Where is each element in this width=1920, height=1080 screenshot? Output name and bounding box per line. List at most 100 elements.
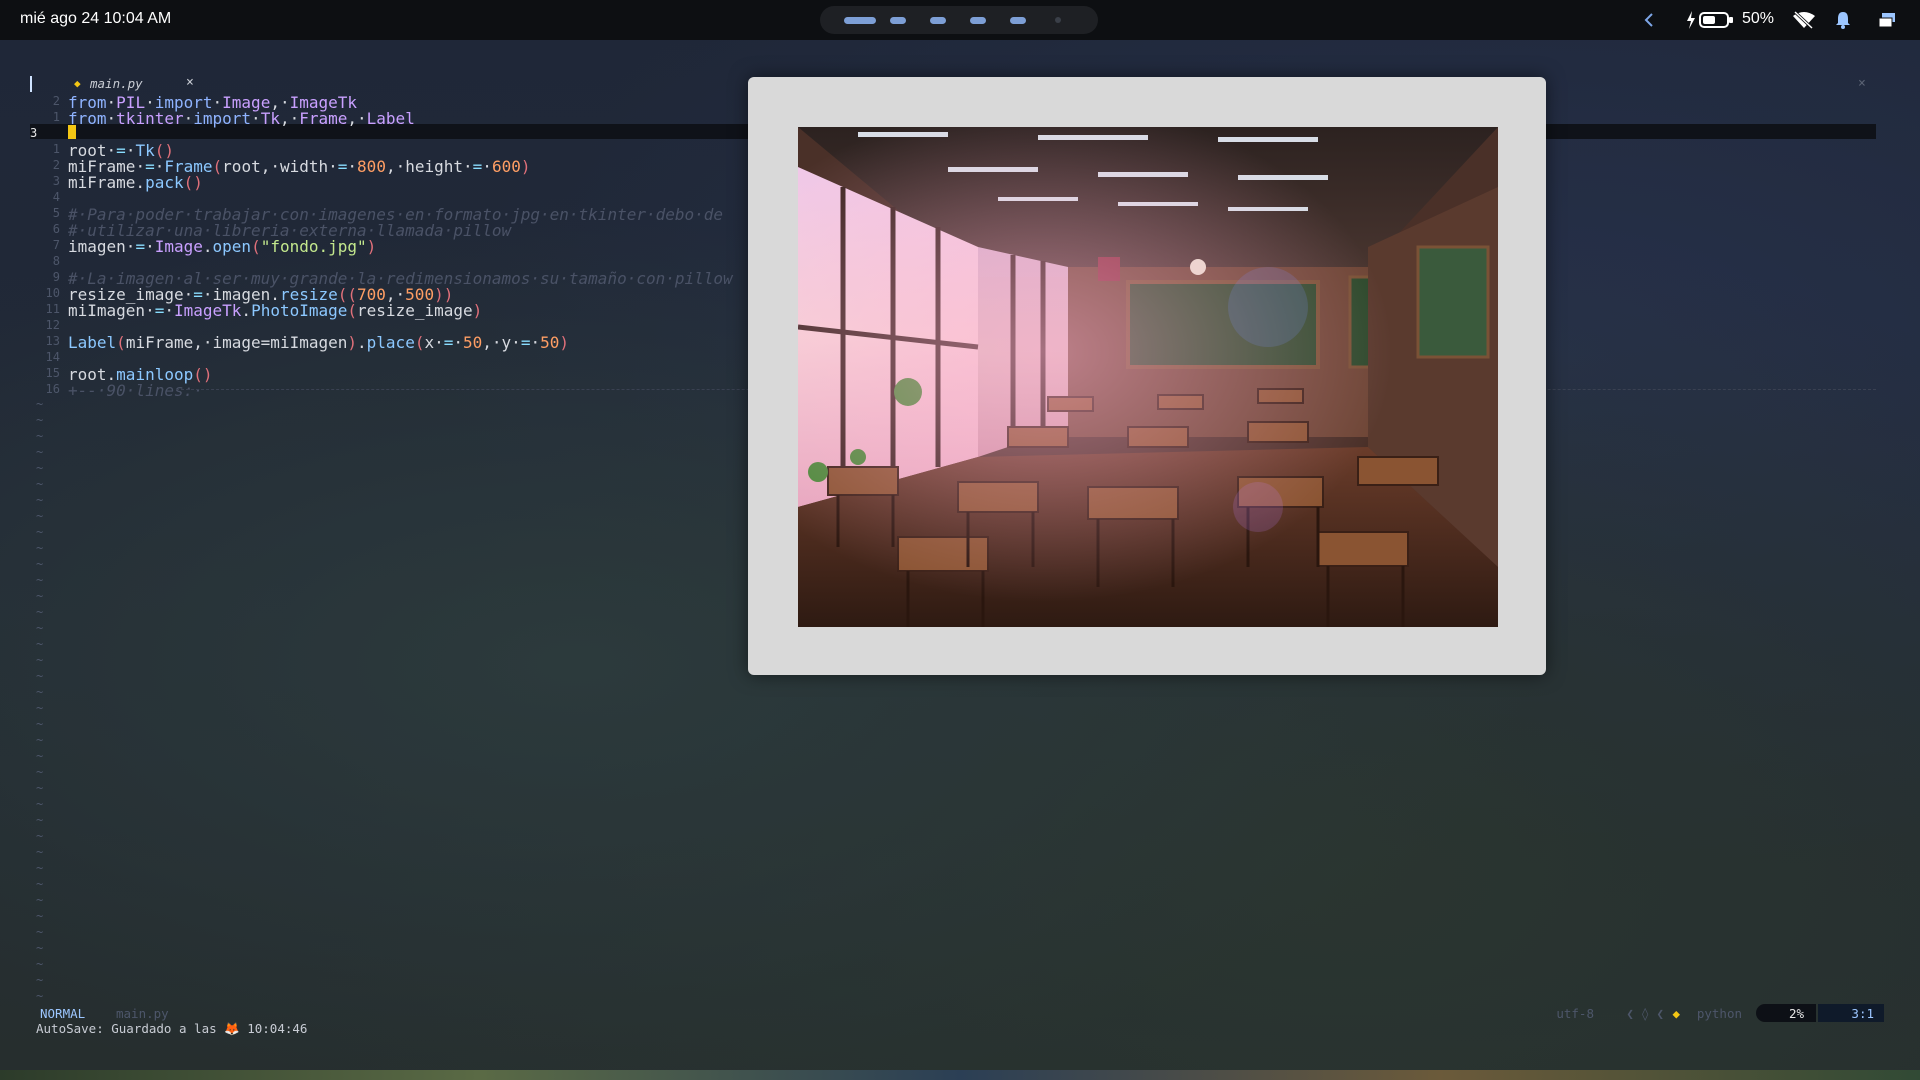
- line-number: 3: [52, 174, 60, 188]
- code-token: ·: [251, 109, 261, 128]
- empty-line-marker: ~: [36, 429, 44, 443]
- empty-line-marker: ~: [36, 557, 44, 571]
- status-filename: main.py: [116, 1006, 169, 1021]
- code-token: ): [366, 237, 377, 256]
- code-line[interactable]: from·tkinter·import·Tk,·Frame,·Label: [68, 109, 415, 128]
- empty-line-marker: ~: [36, 621, 44, 635]
- line-number: 8: [52, 254, 60, 268]
- cursor-position: 3:1: [1851, 1006, 1874, 1021]
- status-separators: ❮ ◊ ❮: [1626, 1006, 1664, 1021]
- workspace-empty[interactable]: [1055, 17, 1061, 23]
- empty-line-marker: ~: [36, 637, 44, 651]
- line-number: 6: [52, 222, 60, 236]
- code-token: Label: [366, 109, 415, 128]
- code-line[interactable]: imagen·=·Image.open("fondo.jpg"): [68, 237, 376, 256]
- code-token: =: [154, 301, 165, 320]
- empty-line-marker: ~: [36, 493, 44, 507]
- code-token: import: [193, 109, 252, 128]
- line-number: 2: [52, 94, 60, 108]
- empty-line-marker: ~: [36, 941, 44, 955]
- bell-icon[interactable]: [1834, 11, 1852, 29]
- code-token: (: [347, 301, 358, 320]
- line-number: 11: [45, 302, 60, 316]
- battery-icon[interactable]: [1699, 11, 1735, 29]
- code-token: ·: [106, 109, 117, 128]
- code-token: ): [472, 301, 483, 320]
- line-number: 7: [52, 238, 60, 252]
- python-file-icon: ◆: [74, 77, 81, 90]
- percent-segment: [1756, 1004, 1816, 1022]
- screens-icon[interactable]: [1878, 12, 1896, 28]
- text-cursor: [68, 125, 76, 139]
- tab-active-marker: [30, 76, 32, 92]
- code-token: 50: [463, 333, 483, 352]
- empty-line-marker: ~: [36, 893, 44, 907]
- empty-line-marker: ~: [36, 589, 44, 603]
- code-token: place: [366, 333, 415, 352]
- code-token: miFrame,·image=miImagen: [125, 333, 348, 352]
- workspace-4[interactable]: [970, 17, 986, 24]
- empty-line-marker: ~: [36, 413, 44, 427]
- empty-line-marker: ~: [36, 717, 44, 731]
- workspace-3[interactable]: [930, 17, 946, 24]
- line-number: 12: [45, 318, 60, 332]
- code-line[interactable]: miImagen·=·ImageTk.PhotoImage(resize_ima…: [68, 301, 482, 320]
- empty-line-marker: ~: [36, 605, 44, 619]
- chevron-left-icon[interactable]: [1643, 13, 1655, 27]
- workspace-5[interactable]: [1010, 17, 1026, 24]
- code-token: ): [559, 333, 569, 352]
- code-token: =: [337, 157, 348, 176]
- code-line[interactable]: miFrame.pack(): [68, 173, 203, 192]
- battery-percent: 50%: [1742, 10, 1775, 27]
- empty-line-marker: ~: [36, 749, 44, 763]
- code-token: =: [520, 333, 531, 352]
- empty-line-marker: ~: [36, 925, 44, 939]
- tab-close-icon[interactable]: ×: [186, 75, 194, 90]
- empty-line-marker: ~: [36, 653, 44, 667]
- line-number: 2: [52, 158, 60, 172]
- code-token: Frame: [299, 109, 348, 128]
- empty-line-marker: ~: [36, 525, 44, 539]
- empty-line-marker: ~: [36, 541, 44, 555]
- empty-line-marker: ~: [36, 861, 44, 875]
- code-token: open: [212, 237, 252, 256]
- wifi-off-icon[interactable]: [1792, 11, 1816, 29]
- code-token: .: [357, 333, 367, 352]
- mode-indicator: NORMAL: [40, 1006, 86, 1021]
- code-token: root,·width·: [222, 157, 338, 176]
- empty-line-marker: ~: [36, 573, 44, 587]
- empty-line-marker: ~: [36, 957, 44, 971]
- window-close-icon[interactable]: ×: [1858, 76, 1866, 91]
- line-number: 1: [52, 142, 60, 156]
- tab-main-py[interactable]: main.py: [90, 76, 143, 91]
- code-line[interactable]: Label(miFrame,·image=miImagen).place(x·=…: [68, 333, 569, 352]
- code-token: (: [251, 237, 261, 256]
- clock[interactable]: mié ago 24 10:04 AM: [20, 10, 171, 28]
- empty-line-marker: ~: [36, 797, 44, 811]
- code-token: x·: [424, 333, 444, 352]
- empty-line-marker: ~: [36, 733, 44, 747]
- line-number: 5: [52, 206, 60, 220]
- code-token: ·: [145, 301, 155, 320]
- line-number: 9: [52, 270, 60, 284]
- empty-line-marker: ~: [36, 813, 44, 827]
- code-token: ·: [145, 237, 155, 256]
- code-token: ImageTk: [173, 301, 242, 320]
- code-token: (: [212, 157, 223, 176]
- workspace-1[interactable]: [844, 17, 876, 24]
- code-token: (): [183, 173, 203, 192]
- code-token: resize_image: [357, 301, 473, 320]
- empty-line-marker: ~: [36, 829, 44, 843]
- code-token: 50: [540, 333, 560, 352]
- code-token: .: [202, 237, 213, 256]
- wallpaper-strip: [0, 1070, 1920, 1080]
- tk-window[interactable]: [748, 77, 1546, 675]
- code-token: ,·height·: [385, 157, 473, 176]
- empty-line-marker: ~: [36, 781, 44, 795]
- workspace-2[interactable]: [890, 17, 906, 24]
- workspace-switcher[interactable]: [820, 6, 1098, 34]
- line-number: 3: [30, 126, 38, 140]
- code-line[interactable]: +--·90·lines:·: [68, 381, 203, 400]
- code-token: +--·90·lines:·: [68, 381, 203, 400]
- classroom-illustration: [798, 127, 1498, 627]
